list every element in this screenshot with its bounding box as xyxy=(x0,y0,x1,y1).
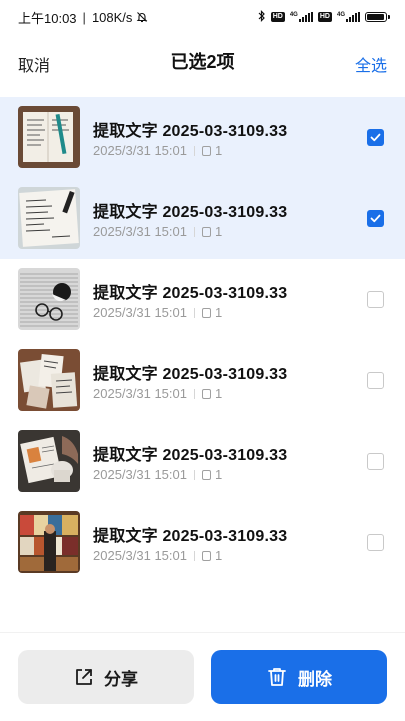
item-page-count: 1 xyxy=(214,143,223,158)
list-item[interactable]: 提取文字 2025-03-3109.33 2025/3/31 15:01 1 xyxy=(0,97,405,178)
trash-icon xyxy=(268,668,286,686)
meta-divider xyxy=(193,145,195,156)
document-list: 提取文字 2025-03-3109.33 2025/3/31 15:01 1 提… xyxy=(0,97,405,583)
share-button[interactable]: 分享 xyxy=(18,650,194,704)
item-title: 提取文字 2025-03-3109.33 xyxy=(93,204,288,221)
status-separator: | xyxy=(82,9,86,25)
hd-icon: HD xyxy=(270,12,285,22)
item-date: 2025/3/31 15:01 xyxy=(93,548,187,563)
meta-divider xyxy=(193,550,195,561)
list-item[interactable]: 提取文字 2025-03-3109.33 2025/3/31 15:01 1 xyxy=(0,421,405,502)
list-item[interactable]: 提取文字 2025-03-3109.33 2025/3/31 15:01 1 xyxy=(0,502,405,583)
page-icon xyxy=(201,469,211,480)
delete-label: 删除 xyxy=(298,669,332,689)
thumbnail-image xyxy=(18,106,80,168)
item-meta: 2025/3/31 15:01 1 xyxy=(93,548,222,563)
page-icon xyxy=(201,388,211,399)
bottom-action-bar: 分享 删除 xyxy=(0,632,405,721)
item-title: 提取文字 2025-03-3109.33 xyxy=(93,366,288,383)
battery-icon xyxy=(365,12,390,22)
status-right: HD 4G HD 4G xyxy=(258,9,390,25)
page-icon xyxy=(201,307,211,318)
check-icon xyxy=(370,133,381,142)
item-checkbox[interactable] xyxy=(367,453,384,470)
thumbnail-image xyxy=(18,511,80,573)
item-date: 2025/3/31 15:01 xyxy=(93,467,187,482)
delete-button[interactable]: 删除 xyxy=(211,650,387,704)
hd-icon: HD xyxy=(317,12,332,22)
item-page-count: 1 xyxy=(214,305,223,320)
meta-divider xyxy=(193,388,195,399)
item-date: 2025/3/31 15:01 xyxy=(93,305,187,320)
list-item[interactable]: 提取文字 2025-03-3109.33 2025/3/31 15:01 1 xyxy=(0,178,405,259)
item-checkbox[interactable] xyxy=(367,291,384,308)
thumbnail-image xyxy=(18,268,80,330)
item-date: 2025/3/31 15:01 xyxy=(93,224,187,239)
meta-divider xyxy=(193,307,195,318)
item-page-count: 1 xyxy=(214,386,223,401)
item-title: 提取文字 2025-03-3109.33 xyxy=(93,285,288,302)
mute-bell-icon xyxy=(136,11,148,23)
item-meta: 2025/3/31 15:01 1 xyxy=(93,386,222,401)
bluetooth-icon xyxy=(258,9,266,25)
thumbnail-image xyxy=(18,349,80,411)
status-bar: 上午10:03 | 108K/s HD 4G HD 4G xyxy=(0,0,405,34)
item-checkbox[interactable] xyxy=(367,129,384,146)
item-checkbox[interactable] xyxy=(367,372,384,389)
item-meta: 2025/3/31 15:01 1 xyxy=(93,467,222,482)
share-label: 分享 xyxy=(104,669,138,689)
signal-icon: 4G xyxy=(337,12,360,22)
list-item[interactable]: 提取文字 2025-03-3109.33 2025/3/31 15:01 1 xyxy=(0,340,405,421)
item-page-count: 1 xyxy=(214,548,223,563)
thumbnail-image xyxy=(18,187,80,249)
item-meta: 2025/3/31 15:01 1 xyxy=(93,143,222,158)
select-all-button[interactable]: 全选 xyxy=(355,52,387,76)
status-time: 上午10:03 xyxy=(18,10,77,26)
item-title: 提取文字 2025-03-3109.33 xyxy=(93,447,288,464)
status-left: 上午10:03 | 108K/s xyxy=(18,8,148,27)
item-checkbox[interactable] xyxy=(367,534,384,551)
share-icon xyxy=(76,669,92,685)
item-meta: 2025/3/31 15:01 1 xyxy=(93,224,222,239)
item-meta: 2025/3/31 15:01 1 xyxy=(93,305,222,320)
meta-divider xyxy=(193,226,195,237)
item-page-count: 1 xyxy=(214,224,223,239)
page-title: 已选2项 xyxy=(170,52,235,72)
item-date: 2025/3/31 15:01 xyxy=(93,143,187,158)
item-page-count: 1 xyxy=(214,467,223,482)
signal-label: 4G xyxy=(336,12,345,18)
thumbnail-image xyxy=(18,430,80,492)
page-icon xyxy=(201,550,211,561)
item-date: 2025/3/31 15:01 xyxy=(93,386,187,401)
item-checkbox[interactable] xyxy=(367,210,384,227)
signal-icon: 4G xyxy=(290,12,313,22)
list-item[interactable]: 提取文字 2025-03-3109.33 2025/3/31 15:01 1 xyxy=(0,259,405,340)
check-icon xyxy=(370,214,381,223)
network-speed: 108K/s xyxy=(91,9,133,25)
selection-header: 取消 已选2项 全选 xyxy=(0,40,405,84)
page-icon xyxy=(201,145,211,156)
item-title: 提取文字 2025-03-3109.33 xyxy=(93,123,288,140)
page-icon xyxy=(201,226,211,237)
item-title: 提取文字 2025-03-3109.33 xyxy=(93,528,288,545)
meta-divider xyxy=(193,469,195,480)
signal-label: 4G xyxy=(289,12,298,18)
